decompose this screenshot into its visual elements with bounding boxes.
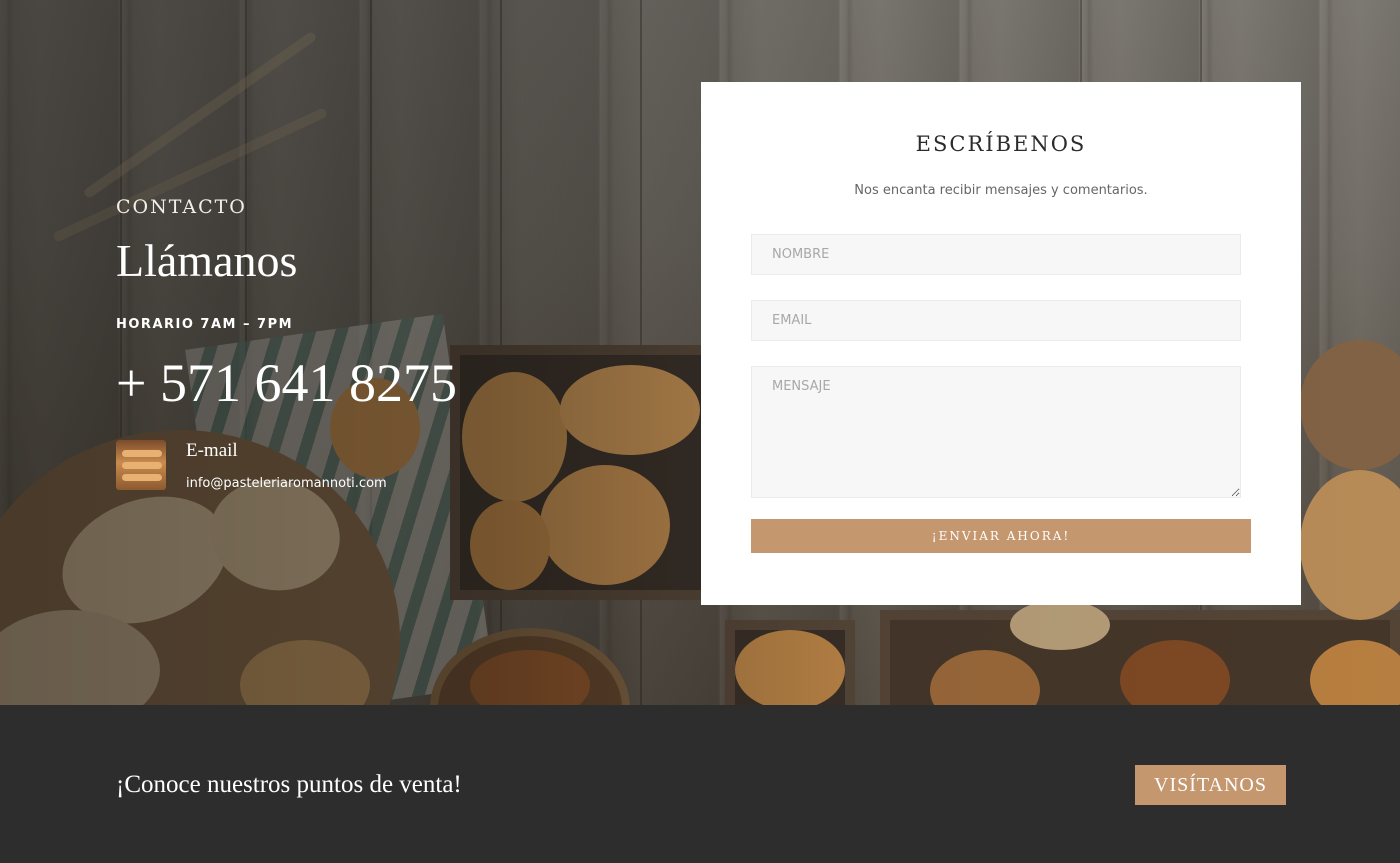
submit-button[interactable]: ¡ENVIAR AHORA! — [751, 519, 1251, 553]
email-label: E-mail — [186, 439, 238, 461]
bread-thumbnail-image — [116, 439, 166, 490]
form-subtitle: Nos encanta recibir mensajes y comentari… — [854, 183, 1148, 198]
points-of-sale-text: ¡Conoce nuestros puntos de venta! — [116, 771, 462, 798]
message-textarea[interactable] — [751, 366, 1241, 498]
email-link[interactable]: info@pasteleriaromannoti.com — [186, 476, 387, 491]
opening-hours: HORARIO 7AM – 7PM — [116, 316, 294, 332]
name-input[interactable] — [751, 234, 1241, 275]
points-of-sale-strip: ¡Conoce nuestros puntos de venta! VISÍTA… — [0, 705, 1400, 863]
contact-section: CONTACTO Llámanos HORARIO 7AM – 7PM + 57… — [116, 196, 457, 491]
phone-number[interactable]: + 571 641 8275 — [116, 356, 457, 410]
contact-eyebrow: CONTACTO — [116, 196, 247, 218]
contact-title: Llámanos — [116, 235, 298, 286]
email-block: E-mail info@pasteleriaromannoti.com — [116, 439, 457, 491]
form-title: ESCRÍBENOS — [915, 132, 1087, 156]
contact-form-card: ESCRÍBENOS Nos encanta recibir mensajes … — [701, 82, 1301, 605]
email-input[interactable] — [751, 300, 1241, 341]
visit-button[interactable]: VISÍTANOS — [1135, 765, 1286, 805]
